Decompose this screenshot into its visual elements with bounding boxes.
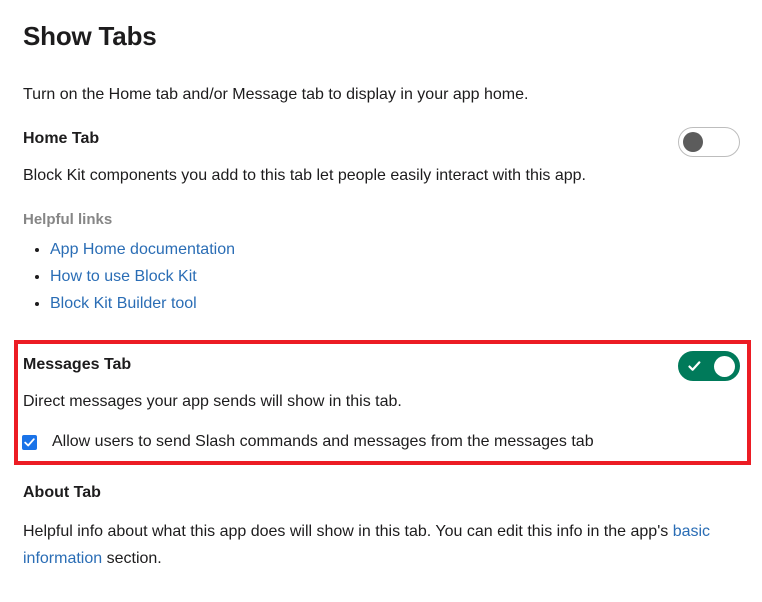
list-item: App Home documentation (50, 236, 235, 263)
home-tab-description: Block Kit components you add to this tab… (23, 167, 586, 184)
messages-tab-toggle[interactable] (678, 351, 740, 381)
show-tabs-panel: Show Tabs Turn on the Home tab and/or Me… (0, 0, 762, 602)
messages-tab-heading: Messages Tab (23, 356, 132, 373)
home-tab-toggle[interactable] (678, 127, 740, 157)
check-icon (24, 437, 35, 446)
link-block-kit-builder-tool[interactable]: Block Kit Builder tool (50, 295, 197, 312)
slash-commands-checkbox-label: Allow users to send Slash commands and m… (52, 433, 594, 450)
about-text-part1: Helpful info about what this app does wi… (23, 523, 673, 540)
helpful-links-list: App Home documentation How to use Block … (23, 236, 235, 317)
checkmark-icon (688, 361, 701, 371)
about-tab-heading: About Tab (23, 484, 101, 501)
slash-commands-checkbox[interactable] (22, 434, 37, 450)
list-item: Block Kit Builder tool (50, 290, 235, 317)
link-app-home-documentation[interactable]: App Home documentation (50, 241, 235, 258)
about-tab-description: Helpful info about what this app does wi… (23, 518, 723, 572)
slash-commands-checkbox-row[interactable]: Allow users to send Slash commands and m… (22, 432, 594, 452)
helpful-links-label: Helpful links (23, 211, 113, 228)
messages-tab-description: Direct messages your app sends will show… (23, 393, 402, 410)
page-title: Show Tabs (23, 21, 157, 51)
link-how-to-use-block-kit[interactable]: How to use Block Kit (50, 268, 197, 285)
home-tab-heading: Home Tab (23, 130, 100, 147)
toggle-knob-icon (683, 132, 703, 152)
intro-description: Turn on the Home tab and/or Message tab … (23, 86, 529, 103)
about-text-part2: section. (102, 550, 162, 567)
list-item: How to use Block Kit (50, 263, 235, 290)
toggle-knob-icon (714, 356, 735, 377)
